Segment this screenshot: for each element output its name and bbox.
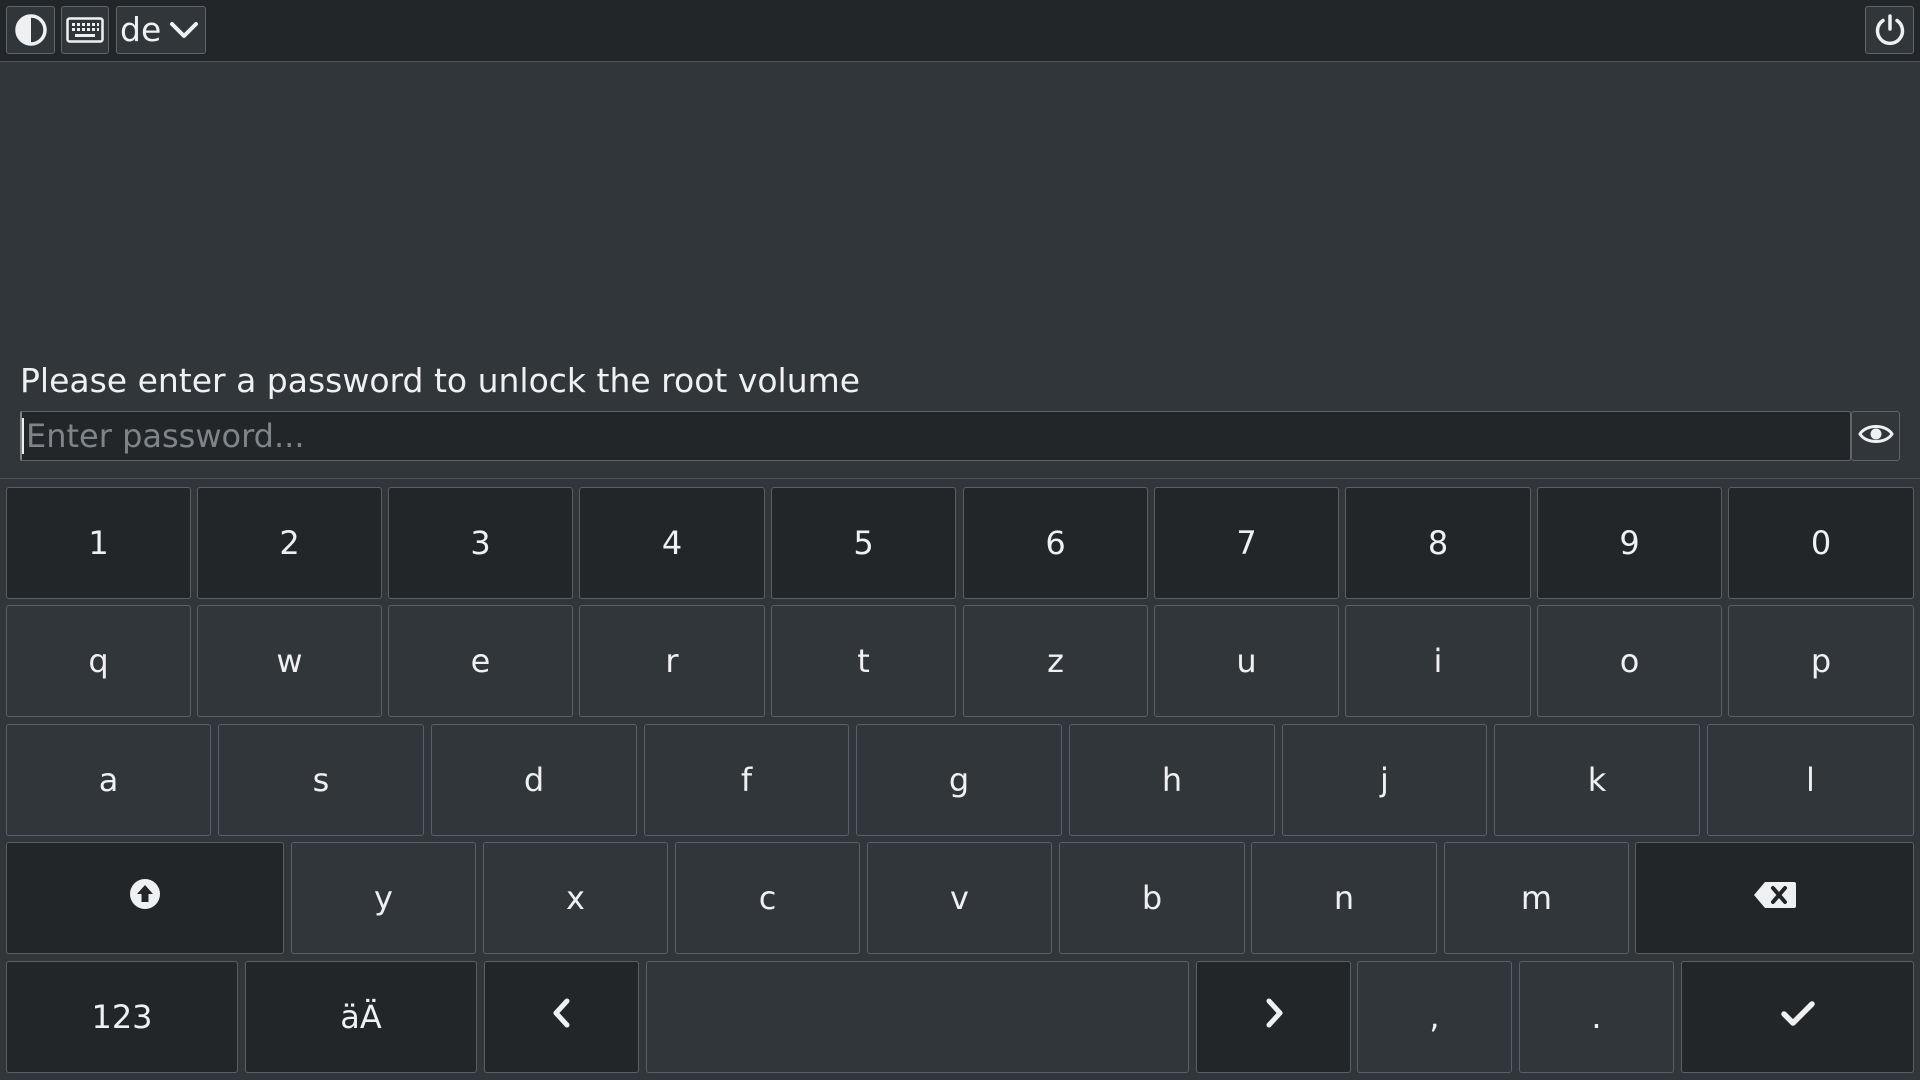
chevron-right-icon xyxy=(1263,998,1285,1036)
shift-arrow-up-icon xyxy=(128,877,162,919)
key-a[interactable]: a xyxy=(6,724,211,836)
backspace-icon xyxy=(1753,879,1797,917)
chevron-left-icon xyxy=(551,998,573,1036)
key-i[interactable]: i xyxy=(1345,605,1531,717)
key-8[interactable]: 8 xyxy=(1345,487,1531,599)
key-e[interactable]: e xyxy=(388,605,573,717)
key-7[interactable]: 7 xyxy=(1154,487,1339,599)
power-icon xyxy=(1873,13,1907,47)
key-w[interactable]: w xyxy=(197,605,382,717)
key-s[interactable]: s xyxy=(218,724,424,836)
key-t[interactable]: t xyxy=(771,605,956,717)
key-4[interactable]: 4 xyxy=(579,487,765,599)
text-cursor xyxy=(22,418,24,454)
key-r[interactable]: r xyxy=(579,605,765,717)
contrast-icon xyxy=(14,13,48,47)
key-v[interactable]: v xyxy=(867,842,1052,954)
cursor-right-key[interactable] xyxy=(1196,961,1351,1073)
password-prompt-label: Please enter a password to unlock the ro… xyxy=(20,361,861,400)
enter-key[interactable] xyxy=(1681,961,1914,1073)
key-c[interactable]: c xyxy=(675,842,860,954)
password-input[interactable] xyxy=(20,411,1851,461)
power-button[interactable] xyxy=(1865,6,1914,54)
key-p[interactable]: p xyxy=(1728,605,1914,717)
contrast-toggle-button[interactable] xyxy=(6,6,55,54)
key-m[interactable]: m xyxy=(1444,842,1629,954)
key-j[interactable]: j xyxy=(1282,724,1487,836)
key-2[interactable]: 2 xyxy=(197,487,382,599)
shift-key[interactable] xyxy=(6,842,284,954)
chevron-down-icon xyxy=(169,19,199,43)
umlaut-key[interactable]: äÄ xyxy=(245,961,477,1073)
key-b[interactable]: b xyxy=(1059,842,1245,954)
key-l[interactable]: l xyxy=(1707,724,1914,836)
virtual-keyboard-toggle-button[interactable] xyxy=(61,6,109,54)
key-u[interactable]: u xyxy=(1154,605,1339,717)
key-k[interactable]: k xyxy=(1494,724,1700,836)
space-key[interactable] xyxy=(646,961,1189,1073)
cursor-left-key[interactable] xyxy=(484,961,639,1073)
eye-icon xyxy=(1857,422,1894,450)
keyboard-divider xyxy=(0,478,1920,479)
keyboard-layout-value: de xyxy=(120,10,162,49)
key-y[interactable]: y xyxy=(291,842,476,954)
key-o[interactable]: o xyxy=(1537,605,1722,717)
key-5[interactable]: 5 xyxy=(771,487,956,599)
numbers-mode-key[interactable]: 123 xyxy=(6,961,238,1073)
key-g[interactable]: g xyxy=(856,724,1062,836)
keyboard-layout-select[interactable]: de xyxy=(116,6,206,54)
key-z[interactable]: z xyxy=(963,605,1148,717)
key-6[interactable]: 6 xyxy=(963,487,1148,599)
keyboard-icon xyxy=(66,17,104,43)
top-bar: de xyxy=(0,0,1920,62)
key-3[interactable]: 3 xyxy=(388,487,573,599)
checkmark-icon xyxy=(1780,998,1816,1036)
key-1[interactable]: 1 xyxy=(6,487,191,599)
comma-key[interactable]: , xyxy=(1357,961,1512,1073)
key-n[interactable]: n xyxy=(1251,842,1437,954)
reveal-password-button[interactable] xyxy=(1851,411,1900,461)
key-q[interactable]: q xyxy=(6,605,191,717)
key-f[interactable]: f xyxy=(644,724,849,836)
key-9[interactable]: 9 xyxy=(1537,487,1722,599)
backspace-key[interactable] xyxy=(1635,842,1914,954)
key-d[interactable]: d xyxy=(431,724,637,836)
key-h[interactable]: h xyxy=(1069,724,1275,836)
key-x[interactable]: x xyxy=(483,842,668,954)
key-0[interactable]: 0 xyxy=(1728,487,1914,599)
period-key[interactable]: . xyxy=(1519,961,1674,1073)
